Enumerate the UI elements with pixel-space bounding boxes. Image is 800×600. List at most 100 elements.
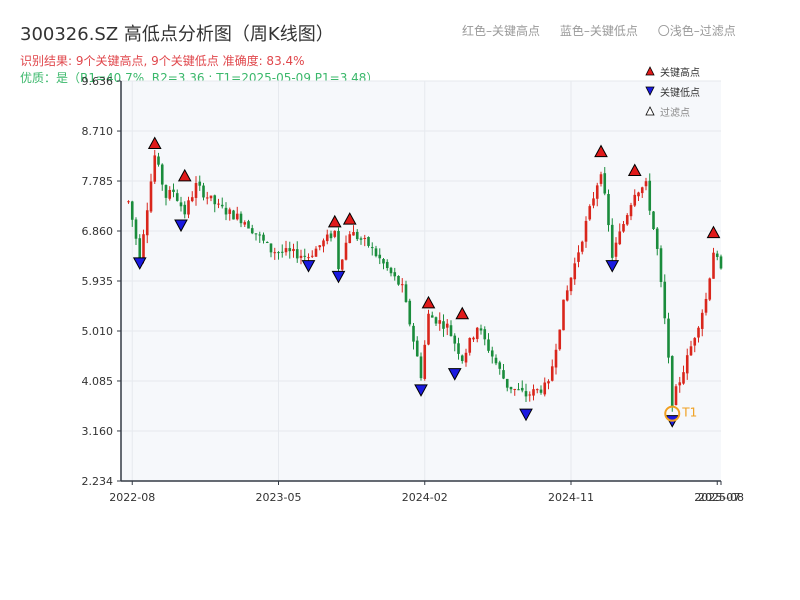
candle-body	[382, 259, 385, 264]
candle-body	[494, 357, 498, 364]
candle-body	[355, 231, 359, 240]
candle-body	[427, 313, 430, 345]
candle-body	[314, 248, 318, 257]
candle-body	[502, 370, 505, 379]
candle-body	[577, 252, 580, 262]
candle-body	[322, 240, 325, 247]
candle-body	[618, 231, 622, 245]
candle-body	[400, 284, 404, 286]
candle-body	[172, 189, 175, 192]
candle-body	[509, 386, 513, 390]
candle-body	[655, 228, 659, 249]
candle-body	[254, 233, 258, 235]
y-tick-label: 5.935	[82, 275, 114, 288]
candle-body	[299, 255, 303, 258]
candle-body	[487, 339, 490, 351]
candle-body	[505, 378, 509, 388]
candle-body	[490, 350, 494, 357]
candle-body	[667, 318, 670, 358]
candle-body	[157, 156, 160, 165]
candle-body	[288, 248, 292, 252]
candle-body	[580, 241, 584, 252]
candle-body	[213, 195, 217, 205]
candle-body	[235, 213, 239, 220]
candle-body	[644, 181, 648, 187]
candle-body	[693, 338, 697, 346]
legend-high-icon	[645, 66, 655, 76]
candle-body	[449, 325, 453, 337]
candle-body	[558, 329, 562, 350]
candle-body	[273, 252, 277, 254]
candle-body	[142, 234, 145, 260]
candle-body	[344, 242, 348, 260]
candle-body	[483, 329, 487, 340]
candle-body	[475, 327, 479, 339]
candle-body	[442, 321, 445, 329]
candle-body	[333, 230, 337, 237]
candle-body	[543, 382, 547, 395]
candle-body	[603, 173, 607, 194]
candle-body	[614, 242, 618, 257]
candle-body	[704, 298, 708, 313]
candle-body	[303, 255, 307, 257]
candle-body	[562, 299, 565, 331]
candle-body	[423, 344, 427, 379]
candle-body	[595, 185, 599, 199]
candle-body	[378, 254, 382, 259]
y-tick-label: 9.636	[82, 75, 114, 88]
candle-body	[228, 209, 232, 214]
candle-body	[415, 340, 419, 357]
candle-body	[217, 203, 220, 205]
candle-body	[539, 389, 543, 393]
candle-body	[269, 243, 273, 253]
candle-body	[202, 185, 205, 198]
candle-body	[209, 195, 213, 199]
candle-body	[138, 238, 142, 260]
candle-body	[370, 247, 374, 249]
candle-body	[697, 327, 700, 338]
candle-body	[239, 213, 243, 224]
candle-body	[715, 253, 719, 257]
candle-body	[412, 325, 415, 342]
candle-body	[535, 389, 539, 391]
candle-body	[337, 230, 340, 270]
candle-body	[393, 272, 397, 277]
candle-body	[532, 389, 535, 396]
candle-body	[145, 210, 149, 236]
x-tick-label: 2024-11	[548, 491, 594, 504]
candle-body	[610, 224, 614, 258]
candle-body	[190, 197, 194, 202]
candle-body	[652, 211, 655, 230]
candle-body	[517, 389, 520, 391]
candle-body	[584, 220, 588, 242]
candle-body	[547, 381, 550, 384]
candle-body	[187, 200, 190, 215]
candle-body	[265, 241, 269, 243]
x-tick-label: 2024-02	[402, 491, 448, 504]
candle-body	[678, 382, 682, 386]
candle-body	[363, 238, 367, 240]
candle-body	[479, 328, 483, 331]
candle-body	[498, 362, 502, 369]
candle-body	[445, 323, 449, 328]
candle-body	[438, 320, 442, 324]
candle-body	[607, 194, 610, 226]
candle-body	[554, 349, 558, 368]
candle-body	[573, 263, 577, 280]
candle-body	[648, 180, 652, 211]
candle-body	[682, 372, 685, 384]
candle-body	[524, 391, 528, 397]
candle-body	[280, 251, 284, 253]
candle-body	[318, 245, 322, 248]
candle-body	[194, 183, 198, 198]
y-tick-label: 2.234	[82, 475, 114, 488]
candle-body	[164, 185, 168, 198]
candle-body	[719, 256, 723, 269]
candle-body	[243, 222, 247, 225]
candle-body	[528, 394, 532, 396]
candle-body	[127, 201, 130, 203]
candle-body	[663, 281, 667, 319]
candle-body	[622, 224, 625, 232]
candle-body	[633, 194, 637, 206]
candle-body	[310, 255, 314, 257]
